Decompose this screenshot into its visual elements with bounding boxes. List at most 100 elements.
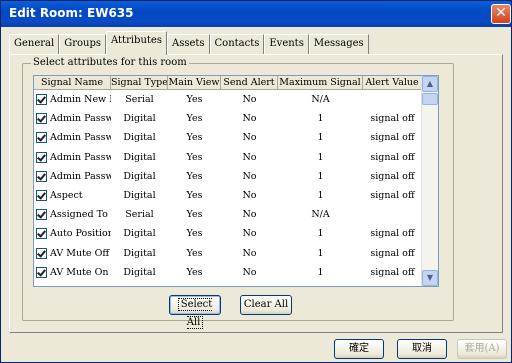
table-row[interactable]: Admin New P... Serial Yes No N/A xyxy=(34,90,422,109)
tab-attributes[interactable]: Attributes xyxy=(105,31,167,55)
column-header-alert-value[interactable]: Alert Value xyxy=(363,76,422,90)
signal-name-cell: Aspect xyxy=(34,190,111,202)
table-row[interactable]: Assigned To ... Serial Yes No N/A xyxy=(34,205,422,224)
signal-name-text: Admin Passwo... xyxy=(50,170,111,182)
tab-groups[interactable]: Groups xyxy=(59,34,106,54)
alert-value-cell: signal off xyxy=(370,132,415,144)
select-all-button[interactable]: Select All xyxy=(169,295,221,329)
signal-name-cell: Brightness Le... xyxy=(34,285,111,287)
signal-name-text: Admin Passwo... xyxy=(50,151,111,163)
row-checkbox[interactable] xyxy=(36,285,47,286)
ok-button[interactable]: 確定 xyxy=(334,339,384,359)
maximum-signal-cell: N/A xyxy=(311,209,330,221)
send-alert-cell: No xyxy=(242,151,257,163)
table-row[interactable]: Admin Passwo... Digital Yes No 1 signal off xyxy=(34,109,422,128)
tab-general[interactable]: General xyxy=(9,34,60,54)
signal-type-cell: Analog xyxy=(111,286,168,287)
alert-value-cell: signal off xyxy=(370,190,415,202)
signal-name-cell: Admin Passwo... xyxy=(34,170,111,182)
send-alert-cell: No xyxy=(242,266,257,278)
send-alert-cell: No xyxy=(242,209,257,221)
maximum-signal-cell: 1 xyxy=(317,266,324,278)
maximum-signal-cell: 1 xyxy=(317,170,324,182)
scroll-down-icon[interactable]: ▼ xyxy=(422,270,438,286)
table-row[interactable]: Aspect Digital Yes No 1 signal off xyxy=(34,186,422,205)
apply-button[interactable]: 套用(A) xyxy=(457,339,507,359)
table-row[interactable]: Brightness Le...AnalogYesNo655350 xyxy=(34,282,422,287)
row-checkbox[interactable] xyxy=(36,132,47,144)
signal-name-text: AV Mute Off xyxy=(50,247,110,259)
alert-value-cell: signal off xyxy=(370,266,415,278)
send-alert-cell: No xyxy=(242,228,257,240)
row-checkbox[interactable] xyxy=(36,151,47,163)
signal-type-cell: Serial xyxy=(125,94,154,106)
tab-strip: General Groups Attributes Assets Contact… xyxy=(9,31,369,55)
title-bar[interactable]: Edit Room: EW635 ✕ xyxy=(1,1,511,27)
attributes-table: Signal Name Signal Type Main View Send A… xyxy=(33,75,439,287)
row-checkbox[interactable] xyxy=(36,266,47,278)
main-view-cell: Yes xyxy=(186,94,203,106)
row-checkbox[interactable] xyxy=(36,113,47,125)
signal-name-cell: Admin Passwo... xyxy=(34,132,111,144)
table-row[interactable]: Admin Passwo... Digital Yes No 1 signal off xyxy=(34,167,422,186)
tab-messages[interactable]: Messages xyxy=(308,34,369,54)
maximum-signal-cell: 1 xyxy=(317,151,324,163)
vertical-scrollbar[interactable]: ▲ ▼ xyxy=(421,76,438,286)
send-alert-cell: No xyxy=(221,286,278,287)
clear-all-button[interactable]: Clear All xyxy=(240,295,292,315)
column-header-main-view[interactable]: Main View xyxy=(168,76,221,90)
tab-events[interactable]: Events xyxy=(264,34,309,54)
main-view-cell: Yes xyxy=(186,209,203,221)
maximum-signal-cell: 65535 xyxy=(278,286,363,287)
column-header-send-alert[interactable]: Send Alert xyxy=(221,76,278,90)
table-row[interactable]: Auto Position Digital Yes No 1 signal off xyxy=(34,224,422,243)
column-header-maximum-signal[interactable]: Maximum Signal xyxy=(278,76,363,90)
table-header: Signal Name Signal Type Main View Send A… xyxy=(34,76,422,90)
scroll-thumb[interactable] xyxy=(422,93,438,105)
main-view-cell: Yes xyxy=(186,247,203,259)
row-checkbox[interactable] xyxy=(36,94,47,106)
row-checkbox[interactable] xyxy=(36,190,47,202)
signal-name-text: Brightness Le... xyxy=(50,286,111,287)
row-checkbox[interactable] xyxy=(36,209,47,221)
column-header-signal-type[interactable]: Signal Type xyxy=(111,76,168,90)
alert-value-cell: signal off xyxy=(370,228,415,240)
row-checkbox[interactable] xyxy=(36,247,47,259)
signal-name-text: Admin Passwo... xyxy=(50,113,111,125)
main-view-cell: Yes xyxy=(186,132,203,144)
main-view-cell: Yes xyxy=(186,151,203,163)
alert-value-cell: 0 xyxy=(363,286,422,287)
main-view-cell: Yes xyxy=(186,266,203,278)
row-checkbox[interactable] xyxy=(36,170,47,182)
column-header-signal-name[interactable]: Signal Name xyxy=(34,76,111,90)
table-row[interactable]: Admin Passwo... Digital Yes No 1 signal off xyxy=(34,128,422,147)
table-row[interactable]: AV Mute Off Digital Yes No 1 signal off xyxy=(34,244,422,263)
signal-type-cell: Digital xyxy=(123,151,156,163)
signal-type-cell: Digital xyxy=(123,132,156,144)
signal-name-cell: Admin New P... xyxy=(34,94,111,106)
signal-name-text: Admin New P... xyxy=(50,94,111,106)
close-icon[interactable]: ✕ xyxy=(491,4,511,24)
scroll-up-icon[interactable]: ▲ xyxy=(422,76,438,92)
table-row[interactable]: Admin Passwo... Digital Yes No 1 signal off xyxy=(34,148,422,167)
signal-name-cell: Assigned To ... xyxy=(34,209,111,221)
main-view-cell: Yes xyxy=(186,170,203,182)
signal-name-text: AV Mute On xyxy=(50,266,109,278)
signal-type-cell: Digital xyxy=(123,113,156,125)
signal-type-cell: Serial xyxy=(125,209,154,221)
signal-type-cell: Digital xyxy=(123,228,156,240)
table-body: Admin New P... Serial Yes No N/A Admin Passwo… xyxy=(34,90,422,287)
send-alert-cell: No xyxy=(242,170,257,182)
signal-name-cell: Admin Passwo... xyxy=(34,113,111,125)
send-alert-cell: No xyxy=(242,190,257,202)
table-row[interactable]: AV Mute On Digital Yes No 1 signal off xyxy=(34,263,422,282)
groupbox-label: Select attributes for this room xyxy=(31,57,189,68)
send-alert-cell: No xyxy=(242,94,257,106)
main-view-cell: Yes xyxy=(186,228,203,240)
tab-contacts[interactable]: Contacts xyxy=(209,34,265,54)
tab-assets[interactable]: Assets xyxy=(166,34,210,54)
alert-value-cell: signal off xyxy=(370,170,415,182)
signal-name-text: Aspect xyxy=(50,190,83,202)
cancel-button[interactable]: 取消 xyxy=(397,339,447,359)
row-checkbox[interactable] xyxy=(36,228,47,240)
